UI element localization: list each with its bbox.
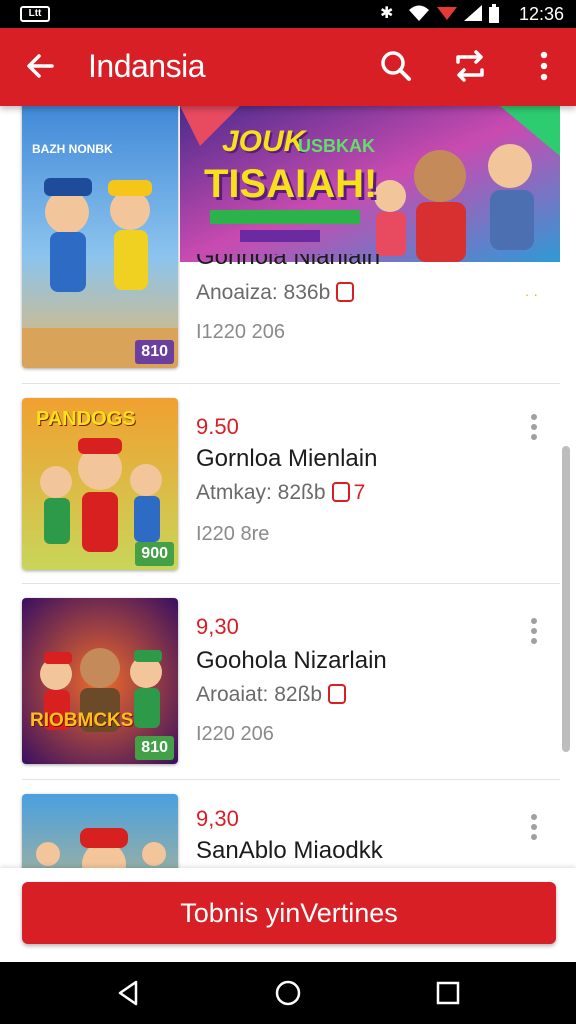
- badge-box-icon: [328, 684, 347, 704]
- item-date: I1220 206: [196, 321, 285, 343]
- item-name: Goohola Nizarlain: [196, 647, 387, 674]
- item-thumbnail: RIOBMCKS 810: [22, 598, 178, 764]
- list-item[interactable]: RIOBMCKS 810 9,30 Goohola Nizarlain Aroa…: [0, 584, 560, 780]
- battery-icon: [488, 4, 500, 30]
- cell-signal-icon: [462, 4, 484, 28]
- search-icon[interactable]: [378, 48, 414, 84]
- item-meta: Aroaiat: 82ßb: [196, 682, 347, 708]
- badge-box-icon: [331, 482, 350, 502]
- nav-recents-icon[interactable]: [432, 977, 464, 1009]
- back-arrow-icon[interactable]: [22, 48, 58, 84]
- bluetooth-icon: ✱: [380, 5, 394, 22]
- thumbnail-title: PANDOGS: [36, 408, 136, 430]
- wifi-icon: [408, 4, 430, 28]
- clock: 12:36: [518, 4, 564, 24]
- product-list[interactable]: BAZH NONBK 810 JOUK USBKAK TISAIAH! Gonh…: [0, 106, 576, 868]
- nav-back-icon[interactable]: [112, 977, 144, 1009]
- item-name: Gonhola Nianlain: [196, 254, 381, 270]
- repeat-icon[interactable]: [452, 48, 488, 84]
- kebab-icon[interactable]: [522, 614, 546, 654]
- item-price: 9.50: [196, 414, 239, 439]
- list-item[interactable]: PANDOGS 900 9.50 Gornloa Mienlain Atmkay…: [0, 384, 560, 584]
- signal-alert-icon: [436, 4, 458, 28]
- banner-badge: USBKAK: [298, 136, 376, 156]
- list-item[interactable]: BAZH NONBK 810 JOUK USBKAK TISAIAH! Gonh…: [0, 106, 560, 384]
- thumbnail-tag: 900: [135, 542, 174, 566]
- status-bar: Ltt ✱ 12:36: [0, 0, 576, 28]
- thumbnail-tag: 810: [135, 736, 174, 760]
- kebab-icon[interactable]: [522, 810, 546, 850]
- thumbnail-title: RIOBMCKS: [30, 710, 134, 731]
- thumbnail-title: BAZH NONBK: [32, 142, 113, 156]
- item-thumbnail: PANDOGS 900: [22, 398, 178, 570]
- thumbnail-tag: 810: [135, 340, 174, 364]
- notification-badge: Ltt: [20, 6, 50, 22]
- nav-home-icon[interactable]: [272, 977, 304, 1009]
- primary-action-button[interactable]: Tobnis yinVertines: [22, 882, 556, 944]
- banner-title-line1: JOUK: [222, 125, 306, 158]
- system-nav-bar: [0, 962, 576, 1024]
- item-name: SanAblo Miaodkk: [196, 837, 383, 864]
- banner-title-line2: TISAIAH!: [204, 162, 378, 206]
- more-vert-icon[interactable]: [526, 48, 562, 84]
- app-bar: Indansia: [0, 28, 576, 106]
- bottom-action-area: Tobnis yinVertines: [0, 868, 576, 962]
- item-meta: Anoaiza: 836b: [196, 280, 355, 306]
- item-name: Gornloa Mienlain: [196, 445, 378, 472]
- item-price: 9,30: [196, 614, 239, 639]
- item-price: 9,30: [196, 806, 239, 831]
- dots-indicator-icon: · ·: [524, 286, 538, 302]
- promo-banner[interactable]: JOUK USBKAK TISAIAH!: [180, 106, 560, 262]
- item-date: I220 206: [196, 723, 274, 745]
- item-thumbnail: [22, 794, 178, 868]
- badge-box-icon: [336, 282, 355, 302]
- list-item[interactable]: 9,30 SanAblo Miaodkk: [0, 780, 560, 868]
- page-title: Indansia: [88, 48, 205, 84]
- item-meta: Atmkay: 82ßb 7: [196, 481, 366, 504]
- item-thumbnail: BAZH NONBK 810: [22, 106, 178, 368]
- scrollbar[interactable]: [562, 446, 570, 752]
- item-date: I220 8re: [196, 523, 270, 545]
- kebab-icon[interactable]: [522, 410, 546, 450]
